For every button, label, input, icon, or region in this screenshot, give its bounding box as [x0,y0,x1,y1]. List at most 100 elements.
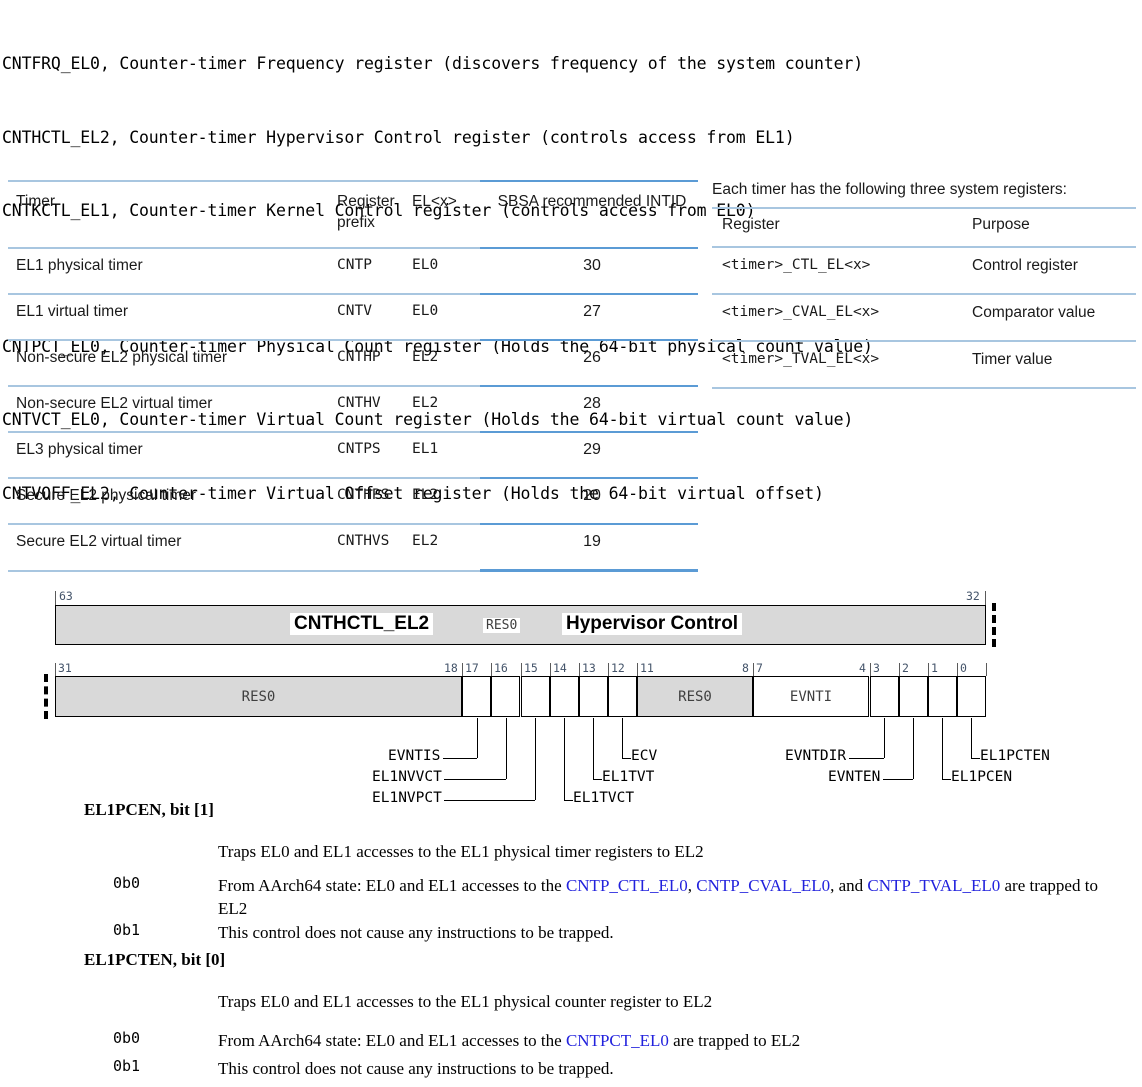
register-name: <timer>_CVAL_EL<x> [722,304,880,320]
register-link[interactable]: CNTP_CTL_EL0 [566,876,688,895]
callout-leader-horizontal-EL1TVT [593,779,602,780]
register-name: <timer>_CTL_EL<x> [722,257,871,273]
bitfield-cell-12-12 [608,676,637,717]
bit-tick [608,663,609,676]
cell-register-prefix: CNTV [333,294,408,341]
callout-leader-horizontal-EVNTIS [442,758,477,759]
register-prefix: CNTPS [337,441,381,457]
cell-exception-level: EL2 [408,478,480,525]
callout-leader-horizontal-EVNTDIR [848,758,884,759]
system-registers-table-body: <timer>_CTL_EL<x> Control register <timer>… [712,247,1136,389]
bitfield-cell-16-16 [491,676,520,717]
bit-number-17: 17 [465,661,479,675]
field-value-code: 0b0 [113,1029,141,1047]
timer-name: Non-secure EL2 virtual timer [16,395,213,412]
cell-register-prefix: CNTPS [333,432,408,479]
callout-leader-horizontal-ECV [622,758,631,759]
timer-name: EL1 physical timer [16,257,143,274]
column-header-elx: EL<x> [408,180,480,249]
bit-number-31: 31 [58,661,72,675]
timers-table-container: Timer Register prefix EL<x> SBSA recomme… [8,180,698,572]
cell-register-prefix: CNTHV [333,386,408,433]
cell-register: <timer>_CTL_EL<x> [712,247,962,295]
intid-value: 26 [583,349,601,366]
column-header-register: Register [712,207,962,248]
purpose-text: Control register [972,257,1078,274]
column-header-intid-label: INTID [645,193,687,210]
cell-timer-name: Non-secure EL2 physical timer [8,340,333,387]
cell-timer-name: Non-secure EL2 virtual timer [8,386,333,433]
cell-intid: 30 [480,248,698,295]
field-value-text: This control does not cause any instruct… [218,923,614,942]
table-header-row: Register Purpose [712,207,1136,248]
callout-leader-vertical-EL1TVCT [564,718,565,800]
bit-tick [55,591,56,605]
bit-tick [957,663,958,676]
bit-number-16: 16 [494,661,508,675]
cell-purpose: Timer value [962,341,1136,389]
register-link[interactable]: CNTP_CVAL_EL0 [696,876,830,895]
register-link[interactable]: CNTP_TVAL_EL0 [867,876,1000,895]
callout-leader-horizontal-EL1TVCT [564,800,573,801]
field-value-text: This control does not cause any instruct… [218,1059,614,1078]
bitfield-callout-EVNTIS: EVNTIS [388,748,441,764]
intid-value: 28 [583,395,601,412]
cell-intid: 19 [480,524,698,572]
bitfield-cell-31-18: RES0 [55,676,462,717]
field-title: EL1PCTEN, bit [0] [84,950,226,969]
field-title: EL1PCEN, bit [1] [84,800,214,819]
bitfield-callout-EL1TVCT: EL1TVCT [573,790,635,806]
table-row: Secure EL2 physical timer CNTHPS EL2 20 [8,478,698,525]
register-prefix: CNTHV [337,395,381,411]
cell-exception-level: EL0 [408,248,480,295]
bitfield-cell-14-14 [550,676,579,717]
field-value-code: 0b1 [113,921,141,939]
column-header-register-prefix: Register prefix [333,180,408,249]
bitfield-callout-ECV: ECV [631,748,658,764]
column-header-purpose-label: Purpose [972,216,1030,233]
exception-level: EL0 [412,303,439,319]
table-row: EL3 physical timer CNTPS EL1 29 [8,432,698,479]
bit-number-15: 15 [524,661,538,675]
bitfield-continuation-dashes [992,603,1000,647]
bit-number-32: 32 [966,589,980,603]
cell-exception-level: EL0 [408,294,480,341]
bit-number-7: 7 [756,661,763,675]
bit-tick [985,591,986,605]
bit-number-3: 3 [873,661,880,675]
bitfield-cell-11-8: RES0 [637,676,753,717]
bit-tick [986,663,987,676]
register-name-label: CNTHCTL_EL2 [290,613,434,635]
bitfield-diagrams: 63 32 CNTHCTL_EL2 RES0 Hypervisor Control RES… [0,585,1142,806]
timer-name: Non-secure EL2 physical timer [16,349,228,366]
timer-name: Secure EL2 physical timer [16,487,197,504]
table-row: <timer>_TVAL_EL<x> Timer value [712,341,1136,389]
value-sep: , and [830,876,868,895]
bitfield-cell-0-0 [957,676,986,717]
register-prefix: CNTV [337,303,372,319]
column-header-purpose: Purpose [962,207,1136,248]
table-row: Non-secure EL2 physical timer CNTHP EL2 26 [8,340,698,387]
bit-number-12: 12 [611,661,625,675]
bitfield-cell-label: EVNTI [789,689,833,705]
register-link[interactable]: CNTPCT_EL0 [566,1031,669,1050]
bitfield-callout-EL1NVVCT: EL1NVVCT [372,769,442,785]
bitfield-callout-EVNTEN: EVNTEN [828,769,881,785]
exception-level: EL2 [412,395,439,411]
bitfield-cell-15-15 [521,676,550,717]
intid-value: 30 [583,257,601,274]
cell-register: <timer>_TVAL_EL<x> [712,341,962,389]
intid-value: 27 [583,303,601,320]
register-description-label: Hypervisor Control [562,613,743,635]
cell-register-prefix: CNTHP [333,340,408,387]
callout-leader-horizontal-EL1NVVCT [444,779,506,780]
bit-number-14: 14 [553,661,567,675]
intid-value: 20 [583,487,601,504]
bit-number-11: 11 [640,661,654,675]
bitfield-cell-1-1 [928,676,957,717]
intid-value: 29 [583,441,601,458]
bitfield-cell-17-17 [462,676,491,717]
bitfield-upper-box [55,605,986,645]
column-header-register: Register [337,193,395,210]
table-row: Non-secure EL2 virtual timer CNTHV EL2 28 [8,386,698,433]
